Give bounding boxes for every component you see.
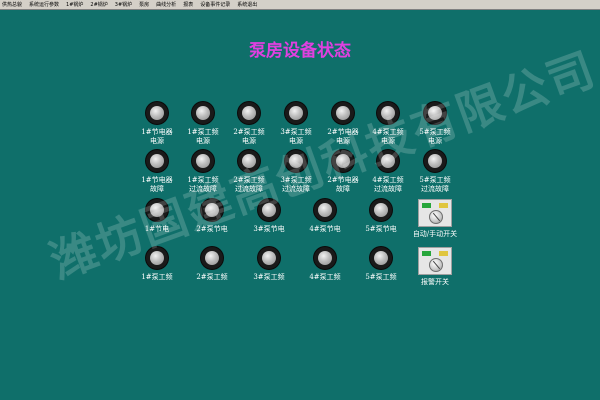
status-lamp — [424, 150, 446, 172]
knob-icon — [429, 258, 443, 272]
status-lamp — [424, 102, 446, 124]
lamp-label: 3#泵工频 — [253, 273, 285, 281]
status-lamp — [146, 247, 168, 269]
alarm-switch[interactable] — [418, 247, 452, 275]
lamp-label: 4#泵节电 — [309, 225, 341, 233]
status-lamp — [201, 247, 223, 269]
menu-item-exit[interactable]: 系统退出 — [237, 1, 257, 9]
menu-item-pump-room[interactable]: 泵房 — [139, 1, 149, 9]
lamp-label: 3#泵节电 — [253, 225, 285, 233]
switch-indicator-yellow — [439, 203, 448, 208]
menu-item-boiler-2[interactable]: 2#锅炉 — [90, 1, 107, 9]
knob-icon — [429, 210, 443, 224]
status-lamp — [377, 102, 399, 124]
status-lamp — [285, 150, 307, 172]
pump-room-screen: 供热总貌 系统运行参数 1#锅炉 2#锅炉 3#锅炉 泵房 曲线分析 报表 设备… — [0, 0, 600, 400]
status-lamp — [370, 247, 392, 269]
status-lamp — [377, 150, 399, 172]
auto-manual-switch[interactable] — [418, 199, 452, 227]
status-lamp — [192, 102, 214, 124]
switch-indicator-green — [422, 203, 431, 208]
menu-item-boiler-3[interactable]: 3#锅炉 — [115, 1, 132, 9]
lamp-label: 1#泵工频 — [141, 273, 173, 281]
auto-manual-switch-label: 自动/手动开关 — [412, 230, 458, 238]
status-lamp — [146, 150, 168, 172]
lamp-label: 2#泵工频 — [196, 273, 228, 281]
status-lamp — [332, 102, 354, 124]
lamp-label: 4#泵工频 — [309, 273, 341, 281]
menu-item-event-log[interactable]: 设备事件记录 — [200, 1, 230, 9]
menu-item-system-params[interactable]: 系统运行参数 — [29, 1, 59, 9]
lamp-label: 5#泵工频 过流故障 — [419, 176, 451, 193]
lamp-label: 5#泵工频 — [365, 273, 397, 281]
status-lamp — [258, 247, 280, 269]
switch-indicator-green — [422, 251, 431, 256]
status-lamp — [238, 102, 260, 124]
lamp-label: 5#泵工频 电源 — [419, 128, 451, 145]
menu-item-overview[interactable]: 供热总貌 — [2, 1, 22, 9]
status-lamp — [314, 247, 336, 269]
status-lamp — [146, 199, 168, 221]
menu-item-curve-analysis[interactable]: 曲线分析 — [156, 1, 176, 9]
status-lamp — [370, 199, 392, 221]
lamp-label: 2#泵节电 — [196, 225, 228, 233]
status-lamp — [201, 199, 223, 221]
menu-item-boiler-1[interactable]: 1#锅炉 — [66, 1, 83, 9]
lamp-label: 1#节电 — [144, 225, 170, 233]
status-lamp — [238, 150, 260, 172]
menu-item-report[interactable]: 报表 — [183, 1, 193, 9]
status-lamp — [332, 150, 354, 172]
alarm-switch-label: 报警开关 — [421, 278, 449, 286]
status-lamp — [146, 102, 168, 124]
page-title: 泵房设备状态 — [249, 41, 351, 61]
status-lamp — [314, 199, 336, 221]
switch-indicator-yellow — [439, 251, 448, 256]
status-lamp — [285, 102, 307, 124]
top-menu-bar: 供热总貌 系统运行参数 1#锅炉 2#锅炉 3#锅炉 泵房 曲线分析 报表 设备… — [0, 0, 600, 10]
lamp-label: 5#泵节电 — [365, 225, 397, 233]
status-lamp — [192, 150, 214, 172]
status-lamp — [258, 199, 280, 221]
